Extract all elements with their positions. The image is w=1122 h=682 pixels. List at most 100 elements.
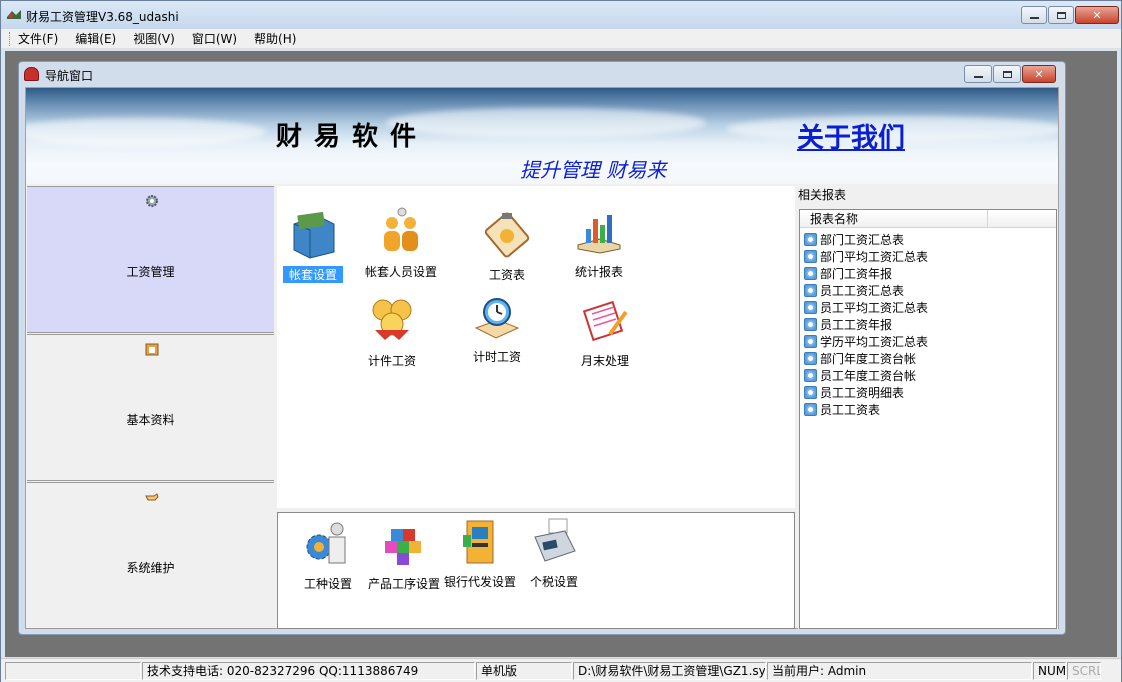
pos-terminal-icon	[534, 518, 576, 562]
left-navigation: 工资管理 基本资料 系统维护	[27, 186, 274, 629]
nav-label: 基本资料	[126, 413, 175, 427]
banner: 财易软件 提升管理 财易来 关于我们	[26, 88, 1058, 184]
report-label: 员工工资汇总表	[820, 284, 905, 298]
tile-income-tax-setup[interactable]: 个税设置	[524, 515, 584, 590]
report-label: 部门平均工资汇总表	[820, 250, 929, 264]
tile-bank-payroll-setup[interactable]: 银行代发设置	[442, 515, 518, 590]
maximize-button[interactable]	[1048, 6, 1074, 24]
close-icon: ✕	[1092, 8, 1102, 22]
report-icon	[804, 301, 817, 314]
reports-list: 报表名称 部门工资汇总表部门平均工资汇总表 部门工资年报员工工资汇总表员工平均工资…	[799, 209, 1057, 629]
tile-job-type-setup[interactable]: 工种设置	[298, 517, 358, 592]
report-icon	[804, 335, 817, 348]
tile-label: 产品工序设置	[367, 577, 440, 591]
report-label: 部门年度工资台帐	[820, 352, 917, 366]
nav-section-system-maintenance[interactable]: 系统维护	[27, 482, 274, 629]
related-reports-panel: 相关报表 报表名称 部门工资汇总表 部门平均工资汇总表 部门工资年报 员工工资汇总表员…	[798, 186, 1058, 629]
tile-label: 月末处理	[580, 354, 629, 368]
tile-product-process-setup[interactable]: 产品工序设置	[366, 517, 442, 592]
salary-module-panel: 帐套设置 帐套人员设置 工资表 统计报表 计件工资 计时工资 月末处理	[277, 186, 795, 508]
report-icon	[804, 386, 817, 399]
navigation-window-icon	[24, 67, 39, 81]
tile-label: 帐套设置	[283, 266, 343, 283]
report-list-item[interactable]: 员工年度工资台帐	[804, 367, 916, 384]
report-label: 员工工资明细表	[820, 386, 905, 400]
hand-icon	[145, 493, 159, 501]
report-list-item[interactable]: 员工工资表	[804, 401, 880, 418]
report-icon	[804, 233, 817, 246]
tile-statistics-report[interactable]: 统计报表	[569, 205, 629, 280]
people-icon	[384, 207, 418, 251]
clipboard-money-icon	[484, 212, 530, 258]
minimize-button[interactable]	[1021, 6, 1047, 24]
report-list-item[interactable]: 部门年度工资台帐	[804, 350, 916, 367]
title-bar[interactable]: 财易工资管理V3.68_udashi ✕	[1, 1, 1121, 29]
report-list-item[interactable]: 学历平均工资汇总表	[804, 333, 928, 350]
status-scrl: SCRL	[1067, 662, 1101, 680]
menu-window[interactable]: 窗口(W)	[192, 30, 237, 47]
menu-view[interactable]: 视图(V)	[133, 30, 175, 47]
tile-label: 帐套人员设置	[364, 265, 437, 279]
window-controls: ✕	[1020, 6, 1119, 24]
nav-section-salary[interactable]: 工资管理	[27, 186, 274, 333]
tile-label: 计件工资	[367, 354, 416, 368]
restore-icon	[1002, 70, 1012, 78]
tile-account-staff-setup[interactable]: 帐套人员设置	[363, 205, 439, 280]
report-icon	[804, 318, 817, 331]
menu-bar: 文件(F) 编辑(E) 视图(V) 窗口(W) 帮助(H)	[1, 29, 1121, 49]
status-bar: 技术支持电话: 020-82327296 QQ:1113886749 单机版 D…	[1, 658, 1121, 682]
nav-label: 系统维护	[126, 561, 175, 575]
child-restore-button[interactable]	[993, 65, 1021, 83]
child-minimize-button[interactable]	[964, 65, 992, 83]
tile-piecework-wage[interactable]: 计件工资	[362, 294, 422, 369]
report-list-item[interactable]: 员工工资年报	[804, 316, 892, 333]
tile-payroll-sheet[interactable]: 工资表	[477, 208, 537, 283]
report-icon	[804, 369, 817, 382]
report-label: 学历平均工资汇总表	[820, 335, 929, 349]
report-icon	[804, 352, 817, 365]
notepad-pencil-icon	[582, 300, 628, 342]
minimize-icon	[973, 76, 983, 78]
tile-month-end[interactable]: 月末处理	[575, 294, 635, 369]
nav-label: 工资管理	[126, 265, 175, 279]
about-us-link[interactable]: 关于我们	[797, 116, 905, 155]
menu-edit[interactable]: 编辑(E)	[75, 30, 116, 47]
report-list-item[interactable]: 部门工资汇总表	[804, 231, 904, 248]
report-icon	[804, 267, 817, 280]
banner-title: 财易软件	[276, 122, 429, 152]
menu-file[interactable]: 文件(F)	[18, 30, 58, 47]
minimize-icon	[1029, 17, 1039, 19]
report-icon	[804, 250, 817, 263]
banner-cloud	[26, 118, 266, 146]
tile-hourly-wage[interactable]: 计时工资	[467, 290, 527, 365]
navigation-window: 导航窗口 ✕ 财易软件 提升管理 财易来 关于我们 工资管理 基本资料 系统维护…	[18, 61, 1066, 635]
reports-list-header: 报表名称	[800, 210, 1056, 228]
gear-icon	[146, 195, 158, 207]
coins-icon	[372, 299, 412, 340]
menu-grip	[9, 31, 12, 46]
child-close-button[interactable]: ✕	[1022, 65, 1056, 83]
report-list-item[interactable]: 员工工资明细表	[804, 384, 904, 401]
menu-help[interactable]: 帮助(H)	[254, 30, 296, 47]
child-title-bar[interactable]: 导航窗口 ✕	[19, 62, 1065, 86]
window-title: 财易工资管理V3.68_udashi	[26, 10, 179, 24]
ledger-book-icon	[293, 211, 335, 259]
tile-label: 个税设置	[529, 575, 578, 589]
report-icon	[804, 403, 817, 416]
navigation-client: 财易软件 提升管理 财易来 关于我们 工资管理 基本资料 系统维护 帐套设置 帐…	[25, 87, 1059, 629]
alarm-clock-icon	[474, 298, 520, 339]
lower-settings-panel: 工种设置 产品工序设置 银行代发设置 个税设置	[277, 512, 795, 629]
nav-section-basic-data[interactable]: 基本资料	[27, 334, 274, 481]
report-list-item[interactable]: 部门工资年报	[804, 265, 892, 282]
report-list-item[interactable]: 部门平均工资汇总表	[804, 248, 928, 265]
report-list-item[interactable]: 员工工资汇总表	[804, 282, 904, 299]
tile-account-setup[interactable]: 帐套设置	[283, 208, 343, 283]
close-icon: ✕	[1034, 67, 1044, 81]
report-label: 员工工资表	[820, 403, 881, 417]
report-list-item[interactable]: 员工平均工资汇总表	[804, 299, 928, 316]
report-name-column-header[interactable]: 报表名称	[800, 210, 988, 228]
report-label: 员工平均工资汇总表	[820, 301, 929, 315]
report-label: 员工年度工资台帐	[820, 369, 917, 383]
close-button[interactable]: ✕	[1075, 6, 1119, 24]
status-support: 技术支持电话: 020-82327296 QQ:1113886749	[142, 662, 475, 680]
